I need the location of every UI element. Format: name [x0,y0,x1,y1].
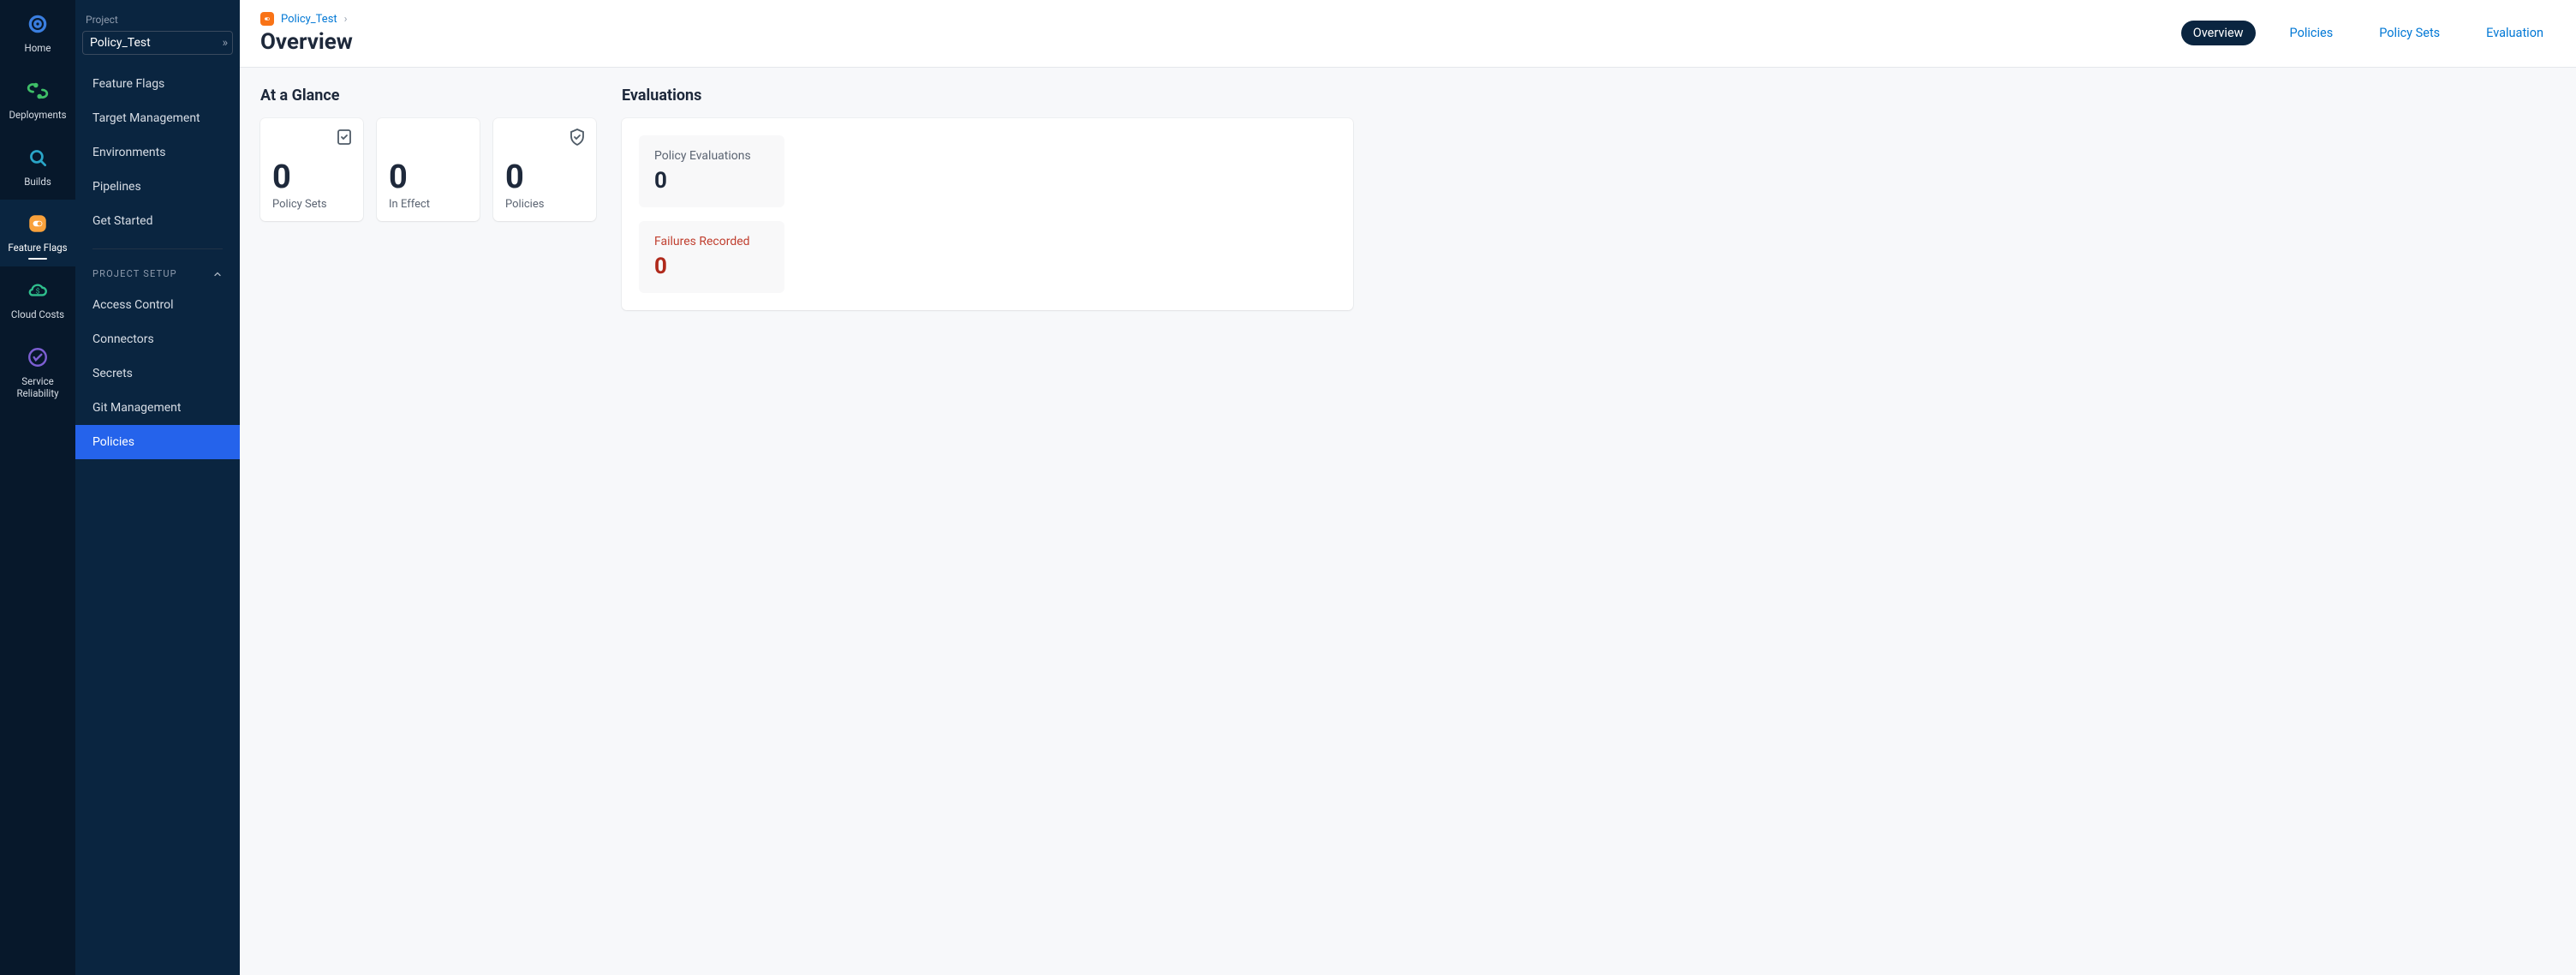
feature-flags-small-icon [260,12,274,26]
page-title: Overview [260,29,353,55]
header-tabs: Overview Policies Policy Sets Evaluation [2181,12,2555,45]
main-header: Policy_Test › Overview Overview Policies… [240,0,2576,68]
at-a-glance-section: At a Glance 0 Policy Sets 0 In Effect [260,87,596,956]
sidebar-item-feature-flags[interactable]: Feature Flags [75,67,240,101]
chevron-right-icon: › [344,13,348,26]
eval-label: Policy Evaluations [654,149,769,163]
rail-label: Builds [24,176,51,188]
sidebar-section-project-setup[interactable]: PROJECT SETUP [75,253,240,288]
eval-card-policy-evaluations: Policy Evaluations 0 [639,135,784,207]
eval-label: Failures Recorded [654,235,769,248]
rail-label: Cloud Costs [11,309,64,321]
rail-label: Service Reliability [16,376,58,400]
svg-text:$: $ [36,286,40,296]
glance-value: 0 [272,159,351,196]
main-area: Policy_Test › Overview Overview Policies… [240,0,2576,975]
tab-overview[interactable]: Overview [2181,21,2256,45]
sidebar-item-pipelines[interactable]: Pipelines [75,170,240,204]
glance-value: 0 [505,159,584,196]
feature-flags-icon [26,212,50,236]
eval-value: 0 [654,254,769,279]
cloud-costs-icon: $ [26,278,50,302]
rail-item-service-reliability[interactable]: Service Reliability [0,333,75,412]
sidebar-item-secrets[interactable]: Secrets [75,356,240,391]
evaluations-panel: Policy Evaluations 0 Failures Recorded 0 [622,118,1353,310]
icon-rail: Home Deployments Builds Feature Flags $ … [0,0,75,975]
glance-label: In Effect [389,198,468,211]
chevron-up-icon [212,269,223,279]
main-body: At a Glance 0 Policy Sets 0 In Effect [240,68,2576,975]
tab-policy-sets[interactable]: Policy Sets [2367,21,2452,45]
project-label: Project [75,14,240,31]
rail-label: Feature Flags [8,242,67,254]
rail-item-cloud-costs[interactable]: $ Cloud Costs [0,266,75,333]
glance-card-in-effect: 0 In Effect [377,118,480,221]
rail-item-builds[interactable]: Builds [0,134,75,200]
service-reliability-icon [26,345,50,369]
tab-evaluation[interactable]: Evaluation [2474,21,2555,45]
glance-label: Policies [505,198,584,211]
glance-label: Policy Sets [272,198,351,211]
sidebar-item-target-management[interactable]: Target Management [75,101,240,135]
sidebar-item-environments[interactable]: Environments [75,135,240,170]
sidebar-item-get-started[interactable]: Get Started [75,204,240,238]
sidebar: Project Policy_Test » Feature Flags Targ… [75,0,240,975]
evaluations-title: Evaluations [622,87,2555,105]
chevron-double-right-icon: » [222,36,225,50]
sidebar-item-connectors[interactable]: Connectors [75,322,240,356]
rail-item-feature-flags[interactable]: Feature Flags [0,200,75,266]
glance-card-policy-sets: 0 Policy Sets [260,118,363,221]
project-name: Policy_Test [90,36,151,50]
project-selector[interactable]: Policy_Test » [82,31,233,55]
sidebar-item-policies[interactable]: Policies [75,425,240,459]
section-header-label: PROJECT SETUP [92,268,177,279]
eval-card-failures-recorded: Failures Recorded 0 [639,221,784,293]
glance-cards: 0 Policy Sets 0 In Effect 0 Policies [260,118,596,221]
eval-value: 0 [654,168,769,194]
evaluations-section: Evaluations Policy Evaluations 0 Failure… [622,87,2555,956]
sidebar-divider [92,248,223,249]
sidebar-item-git-management[interactable]: Git Management [75,391,240,425]
rail-label: Deployments [9,110,66,122]
doc-check-icon [334,127,355,147]
deployments-icon [26,79,50,103]
breadcrumb-project-link[interactable]: Policy_Test [281,13,337,26]
rail-label: Home [25,43,51,55]
builds-icon [26,146,50,170]
tab-policies[interactable]: Policies [2278,21,2346,45]
at-a-glance-title: At a Glance [260,87,596,105]
home-icon [26,12,50,36]
glance-value: 0 [389,159,468,196]
rail-item-deployments[interactable]: Deployments [0,67,75,134]
breadcrumb: Policy_Test › [260,12,353,26]
rail-item-home[interactable]: Home [0,0,75,67]
sidebar-item-access-control[interactable]: Access Control [75,288,240,322]
shield-check-icon [567,127,587,147]
glance-card-policies: 0 Policies [493,118,596,221]
